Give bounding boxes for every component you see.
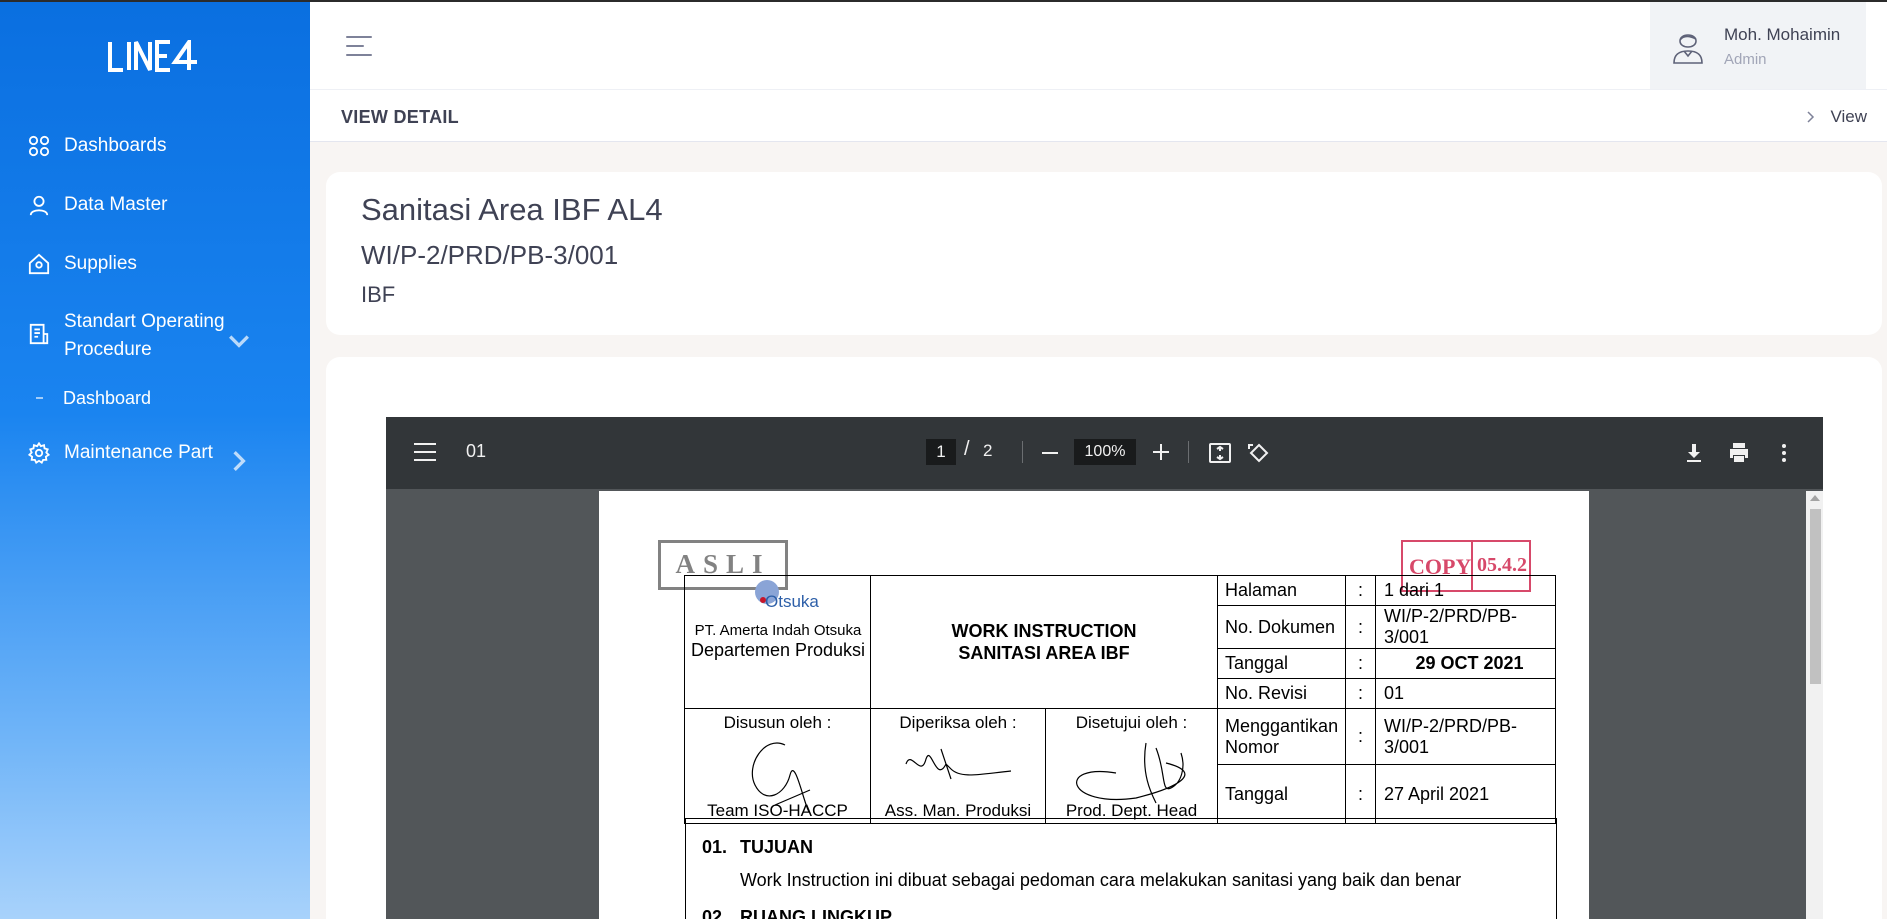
heading-line-1: WORK INSTRUCTION bbox=[951, 621, 1137, 641]
signature-label: Diperiksa oleh : bbox=[899, 713, 1017, 732]
meta-key: Menggantikan Nomor bbox=[1217, 708, 1346, 765]
user-name: Moh. Mohaimin bbox=[1724, 25, 1841, 44]
sidebar-item-sop[interactable]: Standart Operating Procedure bbox=[28, 308, 290, 364]
user-role: Admin bbox=[1724, 51, 1767, 68]
print-icon[interactable] bbox=[1727, 441, 1751, 465]
meta-value: 01 bbox=[1375, 678, 1556, 709]
pdf-page-total: 2 bbox=[983, 441, 993, 460]
meta-value: 29 OCT 2021 bbox=[1375, 648, 1556, 679]
sidebar-item-label: Maintenance Part bbox=[64, 442, 213, 463]
more-options-icon[interactable] bbox=[1772, 441, 1796, 465]
user-menu[interactable]: Moh. Mohaimin Admin bbox=[1650, 2, 1866, 89]
zoom-out-button[interactable] bbox=[1042, 452, 1058, 454]
document-title: Sanitasi Area IBF AL4 bbox=[361, 192, 663, 227]
home-icon bbox=[28, 253, 50, 275]
sidebar-item-label: Standart Operating Procedure bbox=[64, 311, 225, 360]
pdf-page-separator: / bbox=[964, 438, 970, 460]
meta-colon: : bbox=[1345, 575, 1376, 606]
meta-value: 1 dari 1 bbox=[1375, 575, 1556, 606]
app-logo[interactable] bbox=[107, 35, 203, 82]
chevron-right-icon bbox=[1807, 111, 1815, 123]
breadcrumb-item-view[interactable]: View bbox=[1830, 107, 1867, 127]
chevron-right-icon bbox=[233, 451, 246, 471]
document-body: 01. TUJUAN Work Instruction ini dibuat s… bbox=[685, 818, 1557, 919]
toolbar-divider bbox=[1022, 441, 1023, 463]
pdf-toolbar: 01 1 / 2 100% bbox=[386, 417, 1823, 489]
meta-value: 27 April 2021 bbox=[1375, 764, 1556, 824]
avatar bbox=[1673, 34, 1703, 64]
meta-key: No. Dokumen bbox=[1217, 605, 1346, 649]
sidebar-item-data-master[interactable]: Data Master bbox=[28, 194, 167, 216]
top-header: Moh. Mohaimin Admin bbox=[310, 2, 1887, 90]
sidebar: Dashboards Data Master Supplies Standart… bbox=[0, 0, 310, 919]
fit-page-icon[interactable] bbox=[1208, 441, 1232, 465]
meta-value: WI/P-2/PRD/PB-3/001 bbox=[1375, 708, 1556, 765]
signature-label: Disetujui oleh : bbox=[1075, 713, 1188, 732]
section-text: Work Instruction ini dibuat sebagai pedo… bbox=[740, 870, 1462, 890]
pdf-scrollbar-thumb[interactable] bbox=[1810, 509, 1821, 684]
user-icon bbox=[29, 195, 49, 216]
meta-colon: : bbox=[1345, 605, 1376, 649]
section-number: 02. bbox=[702, 907, 728, 919]
gear-icon bbox=[28, 442, 50, 464]
sub-item-bullet bbox=[36, 397, 43, 399]
toolbar-divider bbox=[1188, 441, 1189, 463]
document-code: WI/P-2/PRD/PB-3/001 bbox=[361, 240, 619, 270]
page-subheader: VIEW DETAIL View bbox=[310, 90, 1887, 142]
pdf-page: ASLI COPY 05.4.2 Otsuka PT. Amerta Indah… bbox=[599, 491, 1589, 919]
meta-colon: : bbox=[1345, 708, 1376, 765]
document-area: IBF bbox=[361, 282, 396, 307]
meta-colon: : bbox=[1345, 648, 1376, 679]
sidebar-item-label: Supplies bbox=[64, 253, 137, 274]
pdf-page-input[interactable]: 1 bbox=[926, 439, 956, 465]
meta-key: Tanggal bbox=[1217, 648, 1346, 679]
department-name: Departemen Produksi bbox=[690, 640, 866, 660]
stamp-copy-code: 05.4.2 bbox=[1477, 554, 1527, 576]
meta-key: Tanggal bbox=[1217, 764, 1346, 824]
signature-cell-checked: Diperiksa oleh : Ass. Man. Produksi bbox=[870, 708, 1046, 824]
logo-mark bbox=[108, 35, 197, 72]
signature-image bbox=[905, 748, 1012, 780]
section-number: 01. bbox=[702, 837, 728, 857]
page-title: VIEW DETAIL bbox=[341, 107, 459, 127]
breadcrumb: View bbox=[1806, 107, 1867, 127]
sidebar-item-label: Dashboards bbox=[64, 135, 167, 156]
document-info-card: Sanitasi Area IBF AL4 WI/P-2/PRD/PB-3/00… bbox=[326, 172, 1882, 335]
sidebar-item-label: Data Master bbox=[64, 194, 168, 215]
grid-icon bbox=[28, 135, 50, 157]
meta-key: No. Revisi bbox=[1217, 678, 1346, 709]
meta-key: Halaman bbox=[1217, 575, 1346, 606]
meta-colon: : bbox=[1345, 764, 1376, 824]
heading-line-2: SANITASI AREA IBF bbox=[958, 643, 1130, 663]
meta-value: WI/P-2/PRD/PB-3/001 bbox=[1375, 605, 1556, 649]
zoom-in-button[interactable] bbox=[1152, 443, 1170, 461]
scroll-up-arrow-icon[interactable] bbox=[1810, 495, 1820, 501]
rotate-icon[interactable] bbox=[1247, 441, 1271, 465]
section-title: RUANG LINGKUP bbox=[740, 907, 892, 919]
sidebar-toggle-button[interactable] bbox=[346, 36, 372, 56]
signature-cell-prepared: Disusun oleh : Team ISO-HACCP bbox=[684, 708, 871, 824]
zoom-level-input[interactable]: 100% bbox=[1074, 439, 1136, 465]
document-heading-cell: WORK INSTRUCTION SANITASI AREA IBF bbox=[870, 575, 1218, 709]
signature-label: Disusun oleh : bbox=[723, 713, 832, 732]
top-border bbox=[0, 0, 1887, 2]
document-icon bbox=[29, 323, 49, 345]
sidebar-item-supplies[interactable]: Supplies bbox=[28, 253, 137, 275]
sidebar-item-maintenance-part[interactable]: Maintenance Part bbox=[28, 442, 290, 471]
download-icon[interactable] bbox=[1682, 441, 1706, 465]
pdf-file-name: 01 bbox=[466, 441, 487, 461]
signature-cell-approved: Disetujui oleh : Prod. Dept. Head bbox=[1045, 708, 1218, 824]
sidebar-subitem-dashboard[interactable]: Dashboard bbox=[63, 388, 151, 409]
brand-name: Otsuka bbox=[765, 592, 819, 611]
document-header-table: Otsuka PT. Amerta Indah Otsuka Departeme… bbox=[684, 575, 1556, 824]
pdf-viewer[interactable]: 01 1 / 2 100% ASLI COPY 05.4.2 Otsuka PT… bbox=[386, 417, 1823, 919]
meta-colon: : bbox=[1345, 678, 1376, 709]
company-cell: Otsuka PT. Amerta Indah Otsuka Departeme… bbox=[684, 575, 871, 709]
company-name: PT. Amerta Indah Otsuka bbox=[694, 622, 862, 639]
chevron-down-icon bbox=[229, 335, 249, 348]
pdf-menu-button[interactable] bbox=[414, 443, 436, 461]
sidebar-item-dashboards[interactable]: Dashboards bbox=[28, 135, 166, 157]
section-title: TUJUAN bbox=[740, 837, 814, 857]
